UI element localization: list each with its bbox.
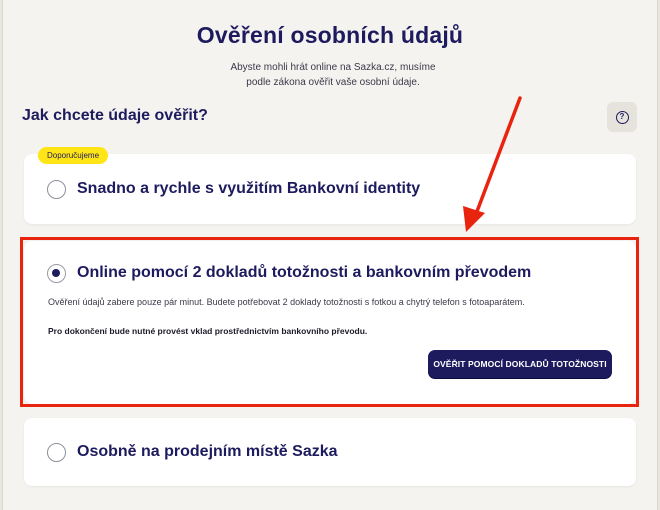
option-online-documents[interactable]: Online pomocí 2 dokladů totožnosti a ban…: [24, 241, 636, 404]
radio-bank-identity[interactable]: [47, 180, 66, 199]
bank-transfer-note: Pro dokončení bude nutné provést vklad p…: [48, 326, 368, 336]
radio-in-person[interactable]: [47, 443, 66, 462]
option-label-online-documents: Online pomocí 2 dokladů totožnosti a ban…: [77, 264, 532, 281]
page-title: Ověření osobních údajů: [196, 22, 464, 48]
question-circle-icon: ?: [615, 110, 629, 124]
verify-with-documents-button[interactable]: OVĚŘIT POMOCÍ DOKLADŮ TOTOŽNOSTI: [428, 350, 612, 378]
option-label-bank-identity: Snadno a rychle s využitím Bankovní iden…: [77, 180, 421, 197]
subtitle-line-2: podle zákona ověřit vaše osobní údaje.: [246, 77, 420, 88]
option-bank-identity[interactable]: Snadno a rychle s využitím Bankovní iden…: [24, 154, 636, 224]
subtitle-line-1: Abyste mohli hrát online na Sazka.cz, mu…: [230, 62, 436, 73]
option-description: Ověření údajů zabere pouze pár minut. Bu…: [48, 297, 525, 307]
help-button[interactable]: ?: [607, 102, 637, 132]
option-in-person[interactable]: Osobně na prodejním místě Sazka: [24, 418, 636, 486]
verification-question: Jak chcete údaje ověřit?: [22, 107, 208, 124]
recommended-badge: Doporučujeme: [38, 147, 109, 164]
page-subtitle: Abyste mohli hrát online na Sazka.cz, mu…: [203, 60, 463, 90]
option-label-in-person: Osobně na prodejním místě Sazka: [77, 443, 338, 460]
radio-online-documents[interactable]: [47, 264, 66, 283]
